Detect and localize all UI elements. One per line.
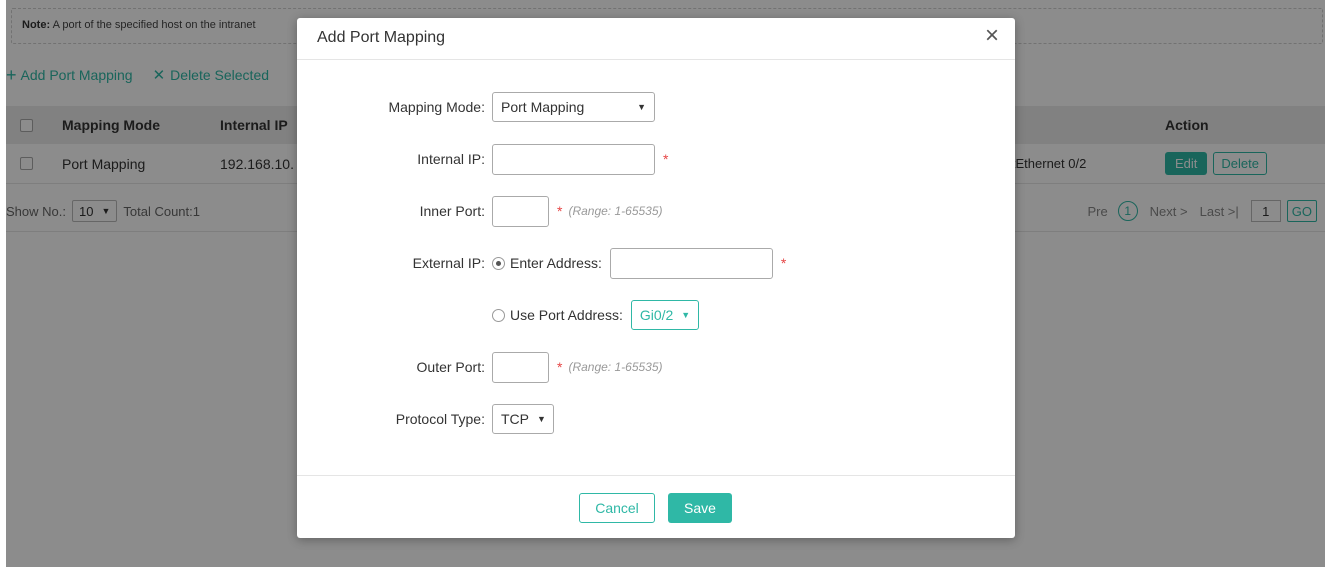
protocol-type-label: Protocol Type:: [395, 411, 485, 427]
internal-ip-label: Internal IP:: [417, 151, 485, 167]
internal-ip-input[interactable]: [492, 143, 655, 175]
external-ip-row: External IP: Enter Address: *: [297, 246, 1015, 280]
caret-down-icon: ▼: [681, 310, 691, 320]
external-ip-label: External IP:: [412, 255, 485, 271]
inner-port-label: Inner Port:: [419, 203, 485, 219]
modal-footer: Cancel Save: [297, 475, 1015, 538]
mapping-mode-row: Mapping Mode: Port Mapping ▼: [297, 90, 1015, 124]
outer-port-control: * (Range: 1-65535): [492, 351, 663, 383]
enter-address-label: Enter Address:: [510, 255, 602, 271]
required-mark: *: [780, 255, 787, 271]
modal-header: Add Port Mapping ×: [297, 18, 1015, 60]
outer-port-row: Outer Port: * (Range: 1-65535): [297, 350, 1015, 384]
use-port-address-control: Use Port Address: Gi0/2 ▼: [492, 300, 700, 330]
required-mark: *: [663, 151, 669, 167]
external-address-input[interactable]: [609, 247, 773, 279]
mapping-mode-select[interactable]: Port Mapping ▼: [492, 92, 655, 122]
outer-port-range-hint: (Range: 1-65535): [568, 360, 663, 374]
close-icon[interactable]: ×: [985, 24, 999, 48]
caret-down-icon: ▼: [537, 414, 546, 424]
internal-ip-control: *: [492, 143, 669, 175]
protocol-type-row: Protocol Type: TCP ▼: [297, 402, 1015, 436]
outer-port-label: Outer Port:: [416, 359, 485, 375]
inner-port-row: Inner Port: * (Range: 1-65535): [297, 194, 1015, 228]
save-button[interactable]: Save: [668, 493, 732, 523]
protocol-type-select[interactable]: TCP ▼: [492, 404, 554, 434]
enter-address-radio[interactable]: [492, 256, 505, 270]
mapping-mode-label: Mapping Mode:: [388, 99, 485, 115]
inner-port-control: * (Range: 1-65535): [492, 195, 663, 227]
add-port-mapping-dialog: Add Port Mapping × Mapping Mode: Port Ma…: [297, 18, 1015, 538]
use-port-address-row: Use Port Address: Gi0/2 ▼: [297, 298, 1015, 332]
required-mark: *: [557, 203, 563, 219]
modal-title: Add Port Mapping: [317, 29, 446, 46]
use-port-address-label: Use Port Address:: [510, 307, 623, 323]
port-address-select[interactable]: Gi0/2 ▼: [630, 300, 700, 330]
mapping-mode-value: Port Mapping: [501, 99, 585, 115]
use-port-address-radio[interactable]: [492, 308, 505, 322]
cancel-button[interactable]: Cancel: [579, 493, 655, 523]
inner-port-range-hint: (Range: 1-65535): [568, 204, 663, 218]
mapping-mode-control: Port Mapping ▼: [492, 92, 655, 122]
external-ip-control: Enter Address: *: [492, 247, 787, 279]
internal-ip-row: Internal IP: *: [297, 142, 1015, 176]
port-address-value: Gi0/2: [639, 307, 674, 323]
required-mark: *: [557, 359, 563, 375]
outer-port-input[interactable]: [492, 351, 549, 383]
caret-down-icon: ▼: [637, 102, 646, 112]
protocol-type-value: TCP: [501, 411, 529, 427]
inner-port-input[interactable]: [492, 195, 549, 227]
protocol-type-control: TCP ▼: [492, 404, 554, 434]
